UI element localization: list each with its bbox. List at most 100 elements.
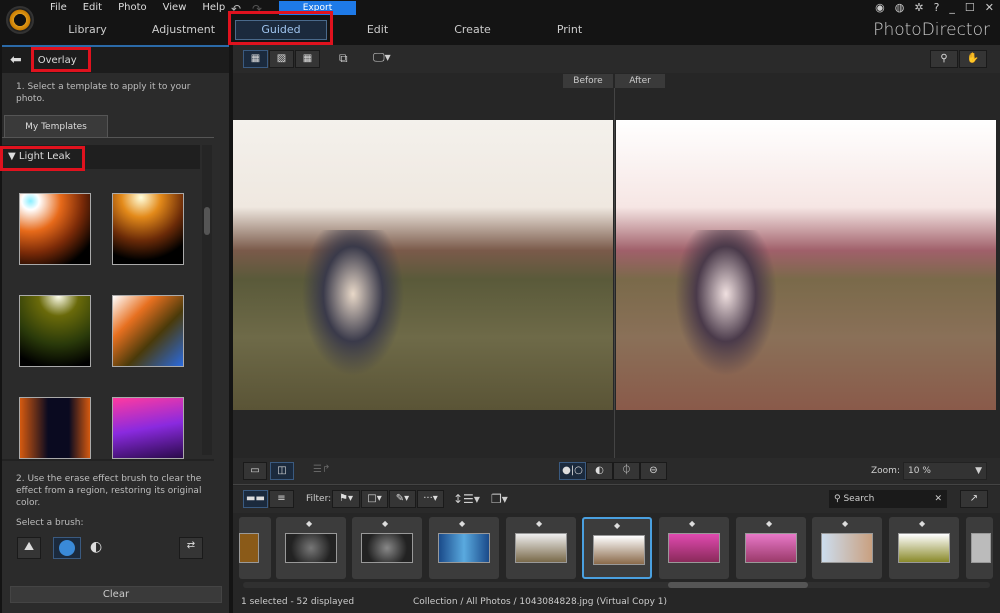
close-icon[interactable]: ✕ <box>985 1 994 14</box>
restore-brush-icon[interactable]: ◐ <box>90 539 102 555</box>
filmstrip: ◆ ◆ ◆ ◆ ◆ ◆ ◆ ◆ ◆ <box>239 517 993 579</box>
filmstrip-item[interactable]: ◆ <box>352 517 422 579</box>
filmstrip-item[interactable] <box>966 517 993 579</box>
template-thumb-3[interactable] <box>19 295 91 367</box>
main-area: ▦ ▨ ▦ ⧉ 🖵▾ ⚲ ✋ Before After ▭ ◫ ☰↱ ●|○ ◐… <box>233 45 1000 613</box>
filmstrip-item[interactable]: ◆ <box>889 517 959 579</box>
list-view-icon[interactable]: ≡ <box>269 490 294 508</box>
couple-figure <box>293 230 413 390</box>
after-photo <box>616 120 996 410</box>
view-grid-icon[interactable]: ▦ <box>295 50 320 68</box>
tab-print[interactable]: Print <box>522 18 617 42</box>
highlight-guided <box>228 11 333 45</box>
search-field[interactable]: ⚲ Search ✕ <box>829 490 947 508</box>
settings-gear-icon[interactable]: ✲ <box>914 1 923 14</box>
template-thumb-5[interactable] <box>19 397 91 459</box>
hand-tool-icon[interactable]: ✋ <box>959 50 987 68</box>
step2-text: 2. Use the erase effect brush to clear t… <box>16 474 202 508</box>
top-toolbar: ▦ ▨ ▦ ⧉ 🖵▾ ⚲ ✋ <box>233 45 1000 73</box>
tab-create[interactable]: Create <box>425 18 520 42</box>
split-half-icon[interactable]: ◐ <box>586 462 613 480</box>
dropdown-arrow-icon: ▼ <box>975 466 982 476</box>
module-tabs: Library Adjustment Guided Edit Create Pr… <box>0 18 700 42</box>
split-side-icon[interactable]: ●|○ <box>559 462 586 480</box>
split-horizontal-icon[interactable]: ⊖ <box>640 462 667 480</box>
template-thumb-6[interactable] <box>112 397 184 459</box>
menu-file[interactable]: File <box>50 2 67 13</box>
split-vertical-icon[interactable]: ⏀ <box>613 462 640 480</box>
filmstrip-item-selected[interactable]: ◆ <box>582 517 652 579</box>
template-thumb-4[interactable] <box>112 295 184 367</box>
divider <box>2 459 214 461</box>
monitor-icon[interactable]: 🖵▾ <box>373 50 391 65</box>
account-icon[interactable]: ◉ <box>875 1 885 14</box>
menu-photo[interactable]: Photo <box>118 2 147 13</box>
filter-toolbar: ▬▬ ≡ Filter: ⚑▾ □▾ ✎▾ ···▾ ↕☰▾ ❐▾ ⚲ Sear… <box>233 486 1000 513</box>
tab-my-templates[interactable]: My Templates <box>4 115 108 137</box>
swap-icon[interactable]: ⇄ <box>179 537 203 559</box>
flag-filter-icon[interactable]: ⚑▾ <box>332 490 360 508</box>
before-photo <box>233 120 613 410</box>
window-controls: ◉ ◍ ✲ ? _ ☐ ✕ <box>875 1 994 14</box>
search-placeholder: Search <box>843 494 875 504</box>
filmstrip-scrollbar[interactable] <box>243 582 990 588</box>
template-thumb-2[interactable] <box>112 193 184 265</box>
menu-bar: File Edit Photo View Help <box>50 2 225 13</box>
back-arrow-icon[interactable]: ⬅ <box>10 52 22 68</box>
tab-library[interactable]: Library <box>40 18 135 42</box>
color-filter-icon[interactable]: □▾ <box>361 490 388 508</box>
template-scrollbar[interactable] <box>202 145 212 455</box>
filmstrip-item[interactable]: ◆ <box>659 517 729 579</box>
file-path: Collection / All Photos / 1043084828.jpg… <box>413 597 668 607</box>
select-brush-label: Select a brush: <box>16 518 84 528</box>
menu-view[interactable]: View <box>163 2 187 13</box>
selection-status: 1 selected - 52 displayed <box>241 597 355 607</box>
filmstrip-item[interactable]: ◆ <box>506 517 576 579</box>
highlight-light-leak <box>0 146 85 171</box>
export-window-icon[interactable]: ↗ <box>960 490 988 508</box>
tab-adjustment[interactable]: Adjustment <box>136 18 231 42</box>
filmstrip-item[interactable]: ◆ <box>736 517 806 579</box>
layout-icon[interactable]: ☰↱ <box>313 464 330 475</box>
filmstrip-item[interactable]: ◆ <box>812 517 882 579</box>
zoom-label: Zoom: <box>871 466 900 476</box>
menu-edit[interactable]: Edit <box>83 2 102 13</box>
menu-help[interactable]: Help <box>202 2 225 13</box>
left-panel: ⬅ Overlay 1. Select a template to apply … <box>2 45 229 613</box>
filmstrip-view-icon[interactable]: ▬▬ <box>243 490 268 508</box>
clear-button[interactable]: Clear <box>10 586 222 603</box>
split-divider[interactable] <box>614 88 615 458</box>
filter-label: Filter: <box>306 494 332 504</box>
notification-icon[interactable]: ◍ <box>895 1 905 14</box>
compare-view-icon[interactable]: ◫ <box>270 462 294 480</box>
view-single-icon[interactable]: ▦ <box>243 50 268 68</box>
fit-screen-icon[interactable]: ⧉ <box>339 51 348 66</box>
edit-filter-icon[interactable]: ✎▾ <box>389 490 416 508</box>
view-toolbar: ▭ ◫ ☰↱ ●|○ ◐ ⏀ ⊖ Zoom: 10 % ▼ <box>233 458 1000 485</box>
filmstrip-item[interactable] <box>239 517 271 579</box>
zoom-value: 10 % <box>908 466 931 476</box>
brush-circle-icon <box>59 540 75 556</box>
app-brand: PhotoDirector <box>873 20 990 40</box>
divider <box>2 137 214 138</box>
more-filter-icon[interactable]: ···▾ <box>417 490 444 508</box>
auto-brush-icon[interactable]: ⛰ <box>17 537 41 559</box>
minimize-icon[interactable]: _ <box>949 1 955 14</box>
step1-text: 1. Select a template to apply it to your… <box>16 82 191 104</box>
erase-brush-button[interactable] <box>53 537 81 559</box>
filmstrip-item[interactable]: ◆ <box>276 517 346 579</box>
help-icon[interactable]: ? <box>934 1 940 14</box>
single-view-icon[interactable]: ▭ <box>243 462 267 480</box>
couple-figure <box>666 230 786 390</box>
zoom-select[interactable]: 10 % ▼ <box>903 462 987 480</box>
before-label: Before <box>563 74 613 88</box>
stack-icon[interactable]: ❐▾ <box>491 492 508 506</box>
filmstrip-item[interactable]: ◆ <box>429 517 499 579</box>
maximize-icon[interactable]: ☐ <box>965 1 975 14</box>
sort-icon[interactable]: ↕☰▾ <box>453 492 480 506</box>
template-thumb-1[interactable] <box>19 193 91 265</box>
view-browser-icon[interactable]: ▨ <box>269 50 294 68</box>
search-clear-icon[interactable]: ✕ <box>934 490 942 508</box>
zoom-tool-icon[interactable]: ⚲ <box>930 50 958 68</box>
tab-edit[interactable]: Edit <box>330 18 425 42</box>
